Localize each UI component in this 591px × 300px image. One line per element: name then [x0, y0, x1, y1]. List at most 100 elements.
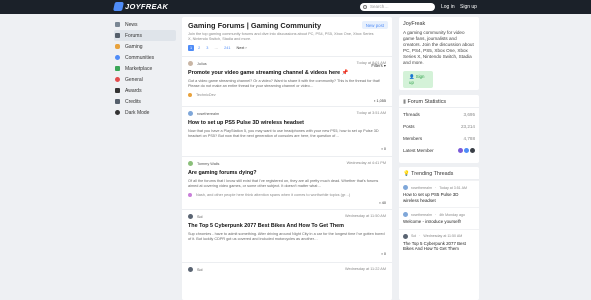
sidebar-item-label: Communities: [125, 54, 155, 61]
sidebar-item-awards[interactable]: Awards: [114, 85, 176, 96]
news-icon: [115, 22, 120, 27]
avatar: [188, 61, 193, 66]
marketplace-icon: [115, 66, 120, 71]
sidebar-signup-button[interactable]: 👤 Sign up: [403, 71, 433, 88]
page-link[interactable]: 2: [196, 45, 202, 51]
trending-threads-title: 💡 Trending Threads: [399, 167, 479, 180]
stats-icon: ▮: [403, 99, 406, 105]
page-link[interactable]: 1: [188, 45, 195, 51]
thread-excerpt: Got a video game streaming channel? Or a…: [188, 79, 381, 88]
comment-count: ▪ 1,055: [374, 99, 386, 103]
page-link[interactable]: 241: [222, 45, 232, 51]
stat-members: Members 4,788: [403, 135, 475, 141]
avatar: [188, 111, 193, 116]
thread-date: Today at 8:01 AM: [356, 61, 386, 65]
about-card: JoyFreak A gaming community for video ga…: [399, 17, 479, 90]
moon-icon: [115, 110, 120, 115]
sidebar-item-marketplace[interactable]: Marketplace: [114, 63, 176, 74]
sidebar: News Forums Gaming Communities Marketpla…: [114, 19, 176, 118]
thread-item[interactable]: rosetherealm Today at 3:51 AM How to set…: [182, 106, 392, 156]
sidebar-item-communities[interactable]: Communities: [114, 52, 176, 63]
avatar: [403, 185, 408, 190]
thread-excerpt: Sup chromies - have to admit something. …: [188, 232, 385, 241]
gamepad-icon: [115, 44, 120, 49]
comment-count: ▪ 0: [381, 252, 386, 256]
thread-date: Today at 3:51 AM: [356, 111, 386, 115]
avatar: [188, 92, 192, 97]
sidebar-item-label: Gaming: [125, 43, 143, 50]
page-title: Gaming Forums | Gaming Community: [188, 21, 322, 30]
site-logo[interactable]: JOYFREAK: [113, 2, 168, 11]
sidebar-item-credits[interactable]: Credits: [114, 96, 176, 107]
avatar[interactable]: [464, 148, 469, 154]
thread-date: Wednesday at 4:41 PM: [346, 161, 386, 165]
thread-item[interactable]: Sol Wednesday at 11:50 AM The Top 5 Cybe…: [182, 209, 392, 262]
login-link[interactable]: Log in: [441, 4, 455, 10]
thread-title[interactable]: How to set up PS5 Pulse 3D wireless head…: [188, 120, 386, 126]
lightbulb-icon: 💡: [403, 171, 410, 177]
signup-link[interactable]: Sign up: [460, 4, 477, 10]
sidebar-item-label: News: [125, 21, 138, 28]
top-navbar: JOYFREAK Search… Log in Sign up: [0, 0, 591, 14]
discord-icon: [115, 55, 120, 60]
pagination: 1 2 3 … 241 Next ›: [182, 45, 392, 51]
user-plus-icon: 👤: [409, 74, 415, 79]
forum-statistics-title: ▮ Forum Statistics: [399, 95, 479, 108]
thread-author[interactable]: Tommy Walls: [197, 162, 219, 166]
trending-thread-title[interactable]: Welcome - introduce yourself!: [403, 219, 475, 225]
avatar: [188, 192, 192, 197]
thread-title[interactable]: The Top 5 Cyberpunk 2077 Best Bikes And …: [188, 223, 386, 229]
avatar: [188, 161, 193, 166]
sidebar-item-general[interactable]: General: [114, 74, 176, 85]
credits-icon: [115, 99, 120, 104]
thread-date: Wednesday at 11:50 AM: [344, 214, 386, 218]
trending-thread-title[interactable]: How to set up PS5 Pulse 3D wireless head…: [403, 192, 475, 203]
sidebar-item-label: Forums: [125, 32, 142, 39]
page-link[interactable]: 3: [204, 45, 210, 51]
sidebar-item-forums[interactable]: Forums: [114, 30, 176, 41]
thread-date: Wednesday at 11:22 AM: [344, 267, 386, 271]
trending-thread-item[interactable]: Sol · Wednesday at 11:50 AM The Top 5 Cy…: [399, 228, 479, 256]
thread-author[interactable]: Sol: [197, 215, 203, 219]
thread-author[interactable]: rosetherealm: [197, 112, 219, 116]
sidebar-item-label: Credits: [125, 98, 141, 105]
pin-icon: 📌: [341, 70, 349, 76]
avatar[interactable]: [458, 148, 463, 154]
trending-thread-title[interactable]: The Top 5 Cyberpunk 2077 Best Bikes And …: [403, 241, 475, 252]
sidebar-item-label: General: [125, 76, 143, 83]
trending-thread-item[interactable]: rosetherealm · Today at 3:51 AM How to s…: [399, 180, 479, 207]
sidebar-item-label: Marketplace: [125, 65, 153, 72]
thread-item[interactable]: Sol Wednesday at 11:22 AM: [182, 262, 392, 282]
thread-excerpt: Now that you have a PlayStation 5, you m…: [188, 129, 379, 138]
trending-thread-item[interactable]: rosetherealm · 4th Monday ago Welcome - …: [399, 207, 479, 229]
sidebar-item-news[interactable]: News: [114, 19, 176, 30]
thread-title[interactable]: Are gaming forums dying?: [188, 170, 386, 176]
last-reply-author[interactable]: TechnicDev: [196, 93, 216, 97]
next-page-button[interactable]: Next ›: [235, 45, 249, 51]
about-title: JoyFreak: [403, 21, 426, 27]
thread-author[interactable]: Julius: [197, 62, 207, 66]
avatar: [403, 212, 408, 218]
sidebar-item-dark-mode[interactable]: Dark Mode: [114, 107, 176, 118]
thread-item[interactable]: Tommy Walls Wednesday at 4:41 PM Are gam…: [182, 156, 392, 209]
new-post-button[interactable]: New post: [361, 21, 388, 29]
sidebar-item-label: Awards: [125, 87, 142, 94]
avatar: [188, 267, 193, 272]
trophy-icon: [115, 88, 120, 93]
sidebar-item-gaming[interactable]: Gaming: [114, 41, 176, 52]
last-reply-snippet[interactable]: Nash, and other people here think attent…: [196, 193, 350, 197]
forum-statistics-card: ▮ Forum Statistics Threads 3,695 Posts 23,…: [399, 95, 479, 163]
about-text: A gaming community for video game fans, …: [403, 30, 474, 65]
logo-mark-icon: [113, 2, 124, 11]
search-input[interactable]: Search…: [360, 3, 435, 11]
trending-threads-card: 💡 Trending Threads rosetherealm · Today …: [399, 167, 479, 300]
thread-author[interactable]: Sol: [197, 268, 203, 272]
page-ellipsis: …: [214, 46, 219, 50]
stat-threads: Threads 3,695: [403, 111, 475, 117]
thread-item[interactable]: Julius Today at 8:01 AM Promote your vid…: [182, 56, 392, 106]
comment-count: ▪ 40: [379, 201, 386, 205]
avatar: [403, 233, 408, 239]
avatar[interactable]: [470, 148, 475, 154]
thread-title[interactable]: Promote your video game streaming channe…: [188, 70, 386, 76]
general-icon: [115, 77, 120, 82]
